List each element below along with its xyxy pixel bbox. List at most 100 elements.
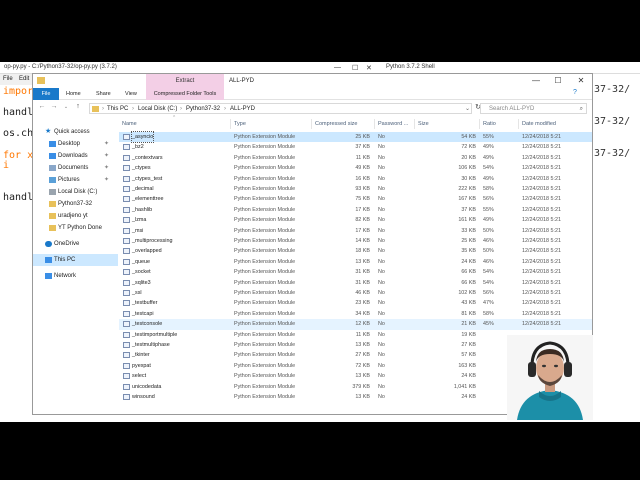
file-name: _decimal (132, 186, 154, 192)
explorer-titlebar[interactable]: Extract ALL-PYD — ☐ ✕ (33, 74, 592, 88)
column-header-ratio[interactable]: Ratio (483, 119, 496, 129)
maximize-icon[interactable]: ☐ (547, 74, 569, 88)
file-type: Python Extension Module (234, 362, 296, 369)
file-row[interactable]: _sqlite3 Python Extension Module 31 KB No 66… (119, 278, 592, 288)
folder-icon (49, 225, 56, 231)
file-row[interactable]: _lzma Python Extension Module 82 KB No 161 K… (119, 215, 592, 225)
close-icon[interactable]: ✕ (366, 64, 372, 72)
nav-item-downloads[interactable]: Downloads ✦ (33, 150, 118, 162)
file-row[interactable]: _testbuffer Python Extension Module 23 KB N… (119, 298, 592, 308)
extract-tab[interactable]: Extract (146, 74, 224, 88)
file-row[interactable]: _overlapped Python Extension Module 18 KB N… (119, 246, 592, 256)
nav-item-uradjeno-yt[interactable]: uradjeno yt (33, 210, 118, 222)
nav-label: Python37-32 (58, 201, 93, 207)
nav-item-python37-32[interactable]: Python37-32 (33, 198, 118, 210)
file-type: Python Extension Module (234, 175, 296, 182)
nav-network[interactable]: Network (33, 270, 118, 282)
column-header-type[interactable]: Type (234, 119, 246, 129)
nav-item-documents[interactable]: Documents ✦ (33, 162, 118, 174)
file-type: Python Extension Module (234, 352, 296, 359)
file-row[interactable]: _ssl Python Extension Module 46 KB No 102 KB… (119, 288, 592, 298)
up-icon[interactable]: ↑ (73, 102, 83, 112)
file-csize: 12 KB (355, 321, 370, 328)
file-name: winsound (132, 394, 155, 400)
nav-onedrive[interactable]: OneDrive (33, 238, 118, 250)
file-ratio: 47% (483, 300, 494, 307)
nav-item-yt-python-done[interactable]: YT Python Done (33, 222, 118, 234)
file-row[interactable]: _ctypes Python Extension Module 49 KB No 106… (119, 163, 592, 173)
maximize-icon[interactable]: ☐ (352, 64, 358, 72)
breadcrumb-python37-32[interactable]: Python37-32 (186, 104, 220, 114)
column-divider[interactable] (414, 119, 415, 129)
file-csize: 25 KB (355, 134, 370, 140)
file-ratio: 49% (483, 154, 494, 161)
column-header-password[interactable]: Password ... (378, 119, 408, 129)
file-date: 12/24/2018 5:21 (522, 134, 561, 140)
code-line[interactable]: i (3, 160, 9, 171)
file-row[interactable]: _socket Python Extension Module 31 KB No 66 … (119, 267, 592, 277)
file-row[interactable]: _msi Python Extension Module 17 KB No 33 KB 5… (119, 226, 592, 236)
minimize-icon[interactable]: — (334, 64, 341, 71)
file-row[interactable]: _queue Python Extension Module 13 KB No 24 K… (119, 257, 592, 267)
code-line[interactable]: handl (3, 107, 33, 118)
breadcrumb-separator: › (224, 106, 226, 112)
breadcrumb-this-pc[interactable]: This PC (107, 104, 128, 114)
code-line[interactable]: handl (3, 192, 33, 203)
file-row[interactable]: _bz2 Python Extension Module 37 KB No 72 KB 4… (119, 142, 592, 152)
editor-menu-file[interactable]: File (3, 76, 13, 82)
chevron-down-icon[interactable]: ⌄ (465, 104, 470, 114)
tab-share[interactable]: Share (93, 88, 114, 100)
file-date: 12/24/2018 5:21 (522, 196, 561, 203)
file-name: _ctypes (132, 165, 151, 172)
column-divider[interactable] (311, 119, 312, 129)
tab-file[interactable]: File (33, 88, 59, 100)
column-divider[interactable] (518, 119, 519, 129)
file-row[interactable]: _contextvars Python Extension Module 11 KB… (119, 153, 592, 163)
file-csize: 49 KB (355, 165, 370, 172)
forward-icon[interactable]: → (49, 102, 59, 112)
column-header-size[interactable]: Size (418, 119, 429, 129)
column-header-name[interactable]: Name (122, 119, 137, 129)
file-row[interactable]: _multiprocessing Python Extension Module 1… (119, 236, 592, 246)
editor-menu-edit[interactable]: Edit (19, 76, 29, 82)
recent-locations-icon[interactable]: ⌄ (61, 102, 71, 112)
tab-compressed-folder-tools[interactable]: Compressed Folder Tools (146, 88, 224, 100)
address-bar[interactable]: › This PC › Local Disk (C:) › Python37-3… (89, 103, 472, 114)
code-line[interactable]: impor (3, 86, 33, 97)
file-row[interactable]: _hashlib Python Extension Module 17 KB No 37… (119, 205, 592, 215)
minimize-icon[interactable]: — (525, 74, 547, 88)
search-icon[interactable]: ⌕ (580, 104, 583, 114)
file-row[interactable]: _testconsole Python Extension Module 12 KB… (119, 319, 592, 330)
nav-item-desktop[interactable]: Desktop ✦ (33, 138, 118, 150)
nav-item-pictures[interactable]: Pictures ✦ (33, 174, 118, 186)
file-csize: 72 KB (355, 362, 370, 369)
breadcrumb-separator: › (132, 106, 134, 112)
file-csize: 17 KB (355, 227, 370, 234)
file-row[interactable]: _ctypes_test Python Extension Module 16 KB… (119, 174, 592, 184)
search-input[interactable]: Search ALL-PYD ⌕ (480, 103, 587, 114)
file-row[interactable]: _asyncio Python Extension Module 25 KB No 54… (119, 130, 592, 144)
file-pw: No (378, 362, 385, 369)
close-icon[interactable]: ✕ (570, 74, 592, 88)
documents-icon (49, 165, 56, 171)
file-row[interactable]: _testcapi Python Extension Module 34 KB No 8… (119, 309, 592, 319)
column-divider[interactable] (230, 119, 231, 129)
file-csize: 13 KB (355, 373, 370, 380)
code-line[interactable]: os.ch (3, 128, 33, 139)
column-header-date-modified[interactable]: Date modified (522, 119, 556, 129)
breadcrumb-local-disk[interactable]: Local Disk (C:) (138, 104, 177, 114)
nav-item-local-disk[interactable]: Local Disk (C:) (33, 186, 118, 198)
tab-home[interactable]: Home (63, 88, 84, 100)
back-icon[interactable]: ← (37, 102, 47, 112)
file-row[interactable]: _decimal Python Extension Module 93 KB No 22… (119, 184, 592, 194)
file-size: 66 KB (461, 269, 476, 276)
column-header-compressed-size[interactable]: Compressed size (315, 119, 358, 129)
help-icon[interactable]: ? (573, 89, 577, 96)
file-row[interactable]: _elementtree Python Extension Module 75 KB… (119, 194, 592, 204)
breadcrumb-all-pyd[interactable]: ALL-PYD (230, 104, 255, 114)
nav-quick-access[interactable]: ★ Quick access (33, 126, 118, 138)
nav-this-pc[interactable]: This PC (33, 254, 118, 266)
column-divider[interactable] (374, 119, 375, 129)
column-divider[interactable] (479, 119, 480, 129)
tab-view[interactable]: View (122, 88, 140, 100)
